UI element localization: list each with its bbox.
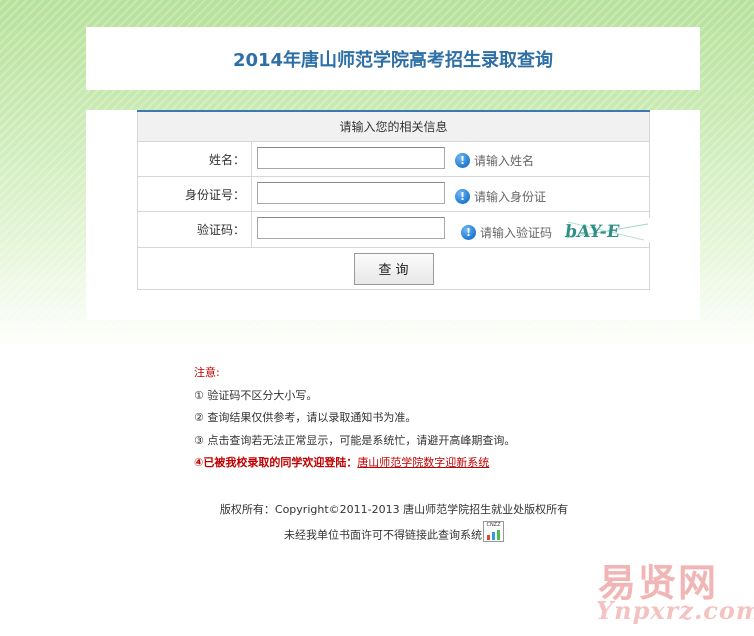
cnzz-stats-icon[interactable]: CNZZ xyxy=(483,521,504,542)
notice-title: 注意: xyxy=(194,366,220,379)
name-label: 姓名： xyxy=(137,141,252,177)
footer-copyright: 版权所有：Copyright©2011-2013 唐山师范学院招生就业处版权所有 xyxy=(219,503,569,516)
name-hint: ! 请输入姓名 xyxy=(455,152,534,169)
notice-item: ③ 点击查询若无法正常显示，可能是系统忙，请避开高峰期查询。 xyxy=(194,433,516,447)
id-label: 身份证号： xyxy=(137,176,252,212)
name-input[interactable] xyxy=(257,147,445,169)
id-number-input[interactable] xyxy=(257,182,445,204)
captcha-hint-text: 请输入验证码 xyxy=(480,226,553,240)
name-hint-text: 请输入姓名 xyxy=(474,154,535,168)
submit-row: 查 询 xyxy=(137,247,650,290)
form-heading: 请输入您的相关信息 xyxy=(137,110,650,142)
notice-welcome: ④已被我校录取的同学欢迎登陆：唐山师范学院数字迎新系统 xyxy=(194,452,515,475)
query-button[interactable]: 查 询 xyxy=(353,252,434,285)
header-banner: 2014年唐山师范学院高考招生录取查询 xyxy=(86,27,700,90)
captcha-label: 验证码： xyxy=(137,211,252,248)
info-icon: ! xyxy=(455,153,470,168)
welcome-prefix: ④已被我校录取的同学欢迎登陆： xyxy=(194,456,358,469)
captcha-cell: ! 请输入验证码 bAY-E xyxy=(251,211,650,248)
footer-notice-text: 未经我单位书面许可不得链接此查询系统 xyxy=(284,528,482,542)
notice-section: 注意: ① 验证码不区分大小写。 ② 查询结果仅供参考，请以录取通知书为准。 ③… xyxy=(194,362,515,475)
captcha-input[interactable] xyxy=(257,217,445,239)
captcha-image[interactable]: bAY-E xyxy=(564,218,650,242)
info-icon: ! xyxy=(461,225,476,240)
watermark: 易贤网 Ynpxrz.com xyxy=(590,552,754,636)
notice-item: ② 查询结果仅供参考，请以录取通知书为准。 xyxy=(194,411,417,424)
captcha-hint: ! 请输入验证码 xyxy=(461,224,552,241)
watermark-url-text: Ynpxrz.com xyxy=(596,596,754,625)
footer-notice: 未经我单位书面许可不得链接此查询系统 CNZZ xyxy=(0,521,754,546)
welcome-system-link[interactable]: 唐山师范学院数字迎新系统 xyxy=(357,456,489,469)
name-cell: ! 请输入姓名 xyxy=(251,141,650,177)
id-hint-text: 请输入身份证 xyxy=(474,190,547,204)
cnzz-label: CNZZ xyxy=(486,522,501,528)
notice-item: ① 验证码不区分大小写。 xyxy=(194,388,318,402)
query-form: 请输入您的相关信息 姓名： ! 请输入姓名 身份证号： ! 请输入身份证 验证码… xyxy=(137,110,650,290)
info-icon: ! xyxy=(455,189,470,204)
captcha-text: bAY-E xyxy=(564,222,621,242)
id-hint: ! 请输入身份证 xyxy=(455,188,546,205)
id-cell: ! 请输入身份证 xyxy=(251,176,650,212)
page-title: 2014年唐山师范学院高考招生录取查询 xyxy=(232,49,554,71)
